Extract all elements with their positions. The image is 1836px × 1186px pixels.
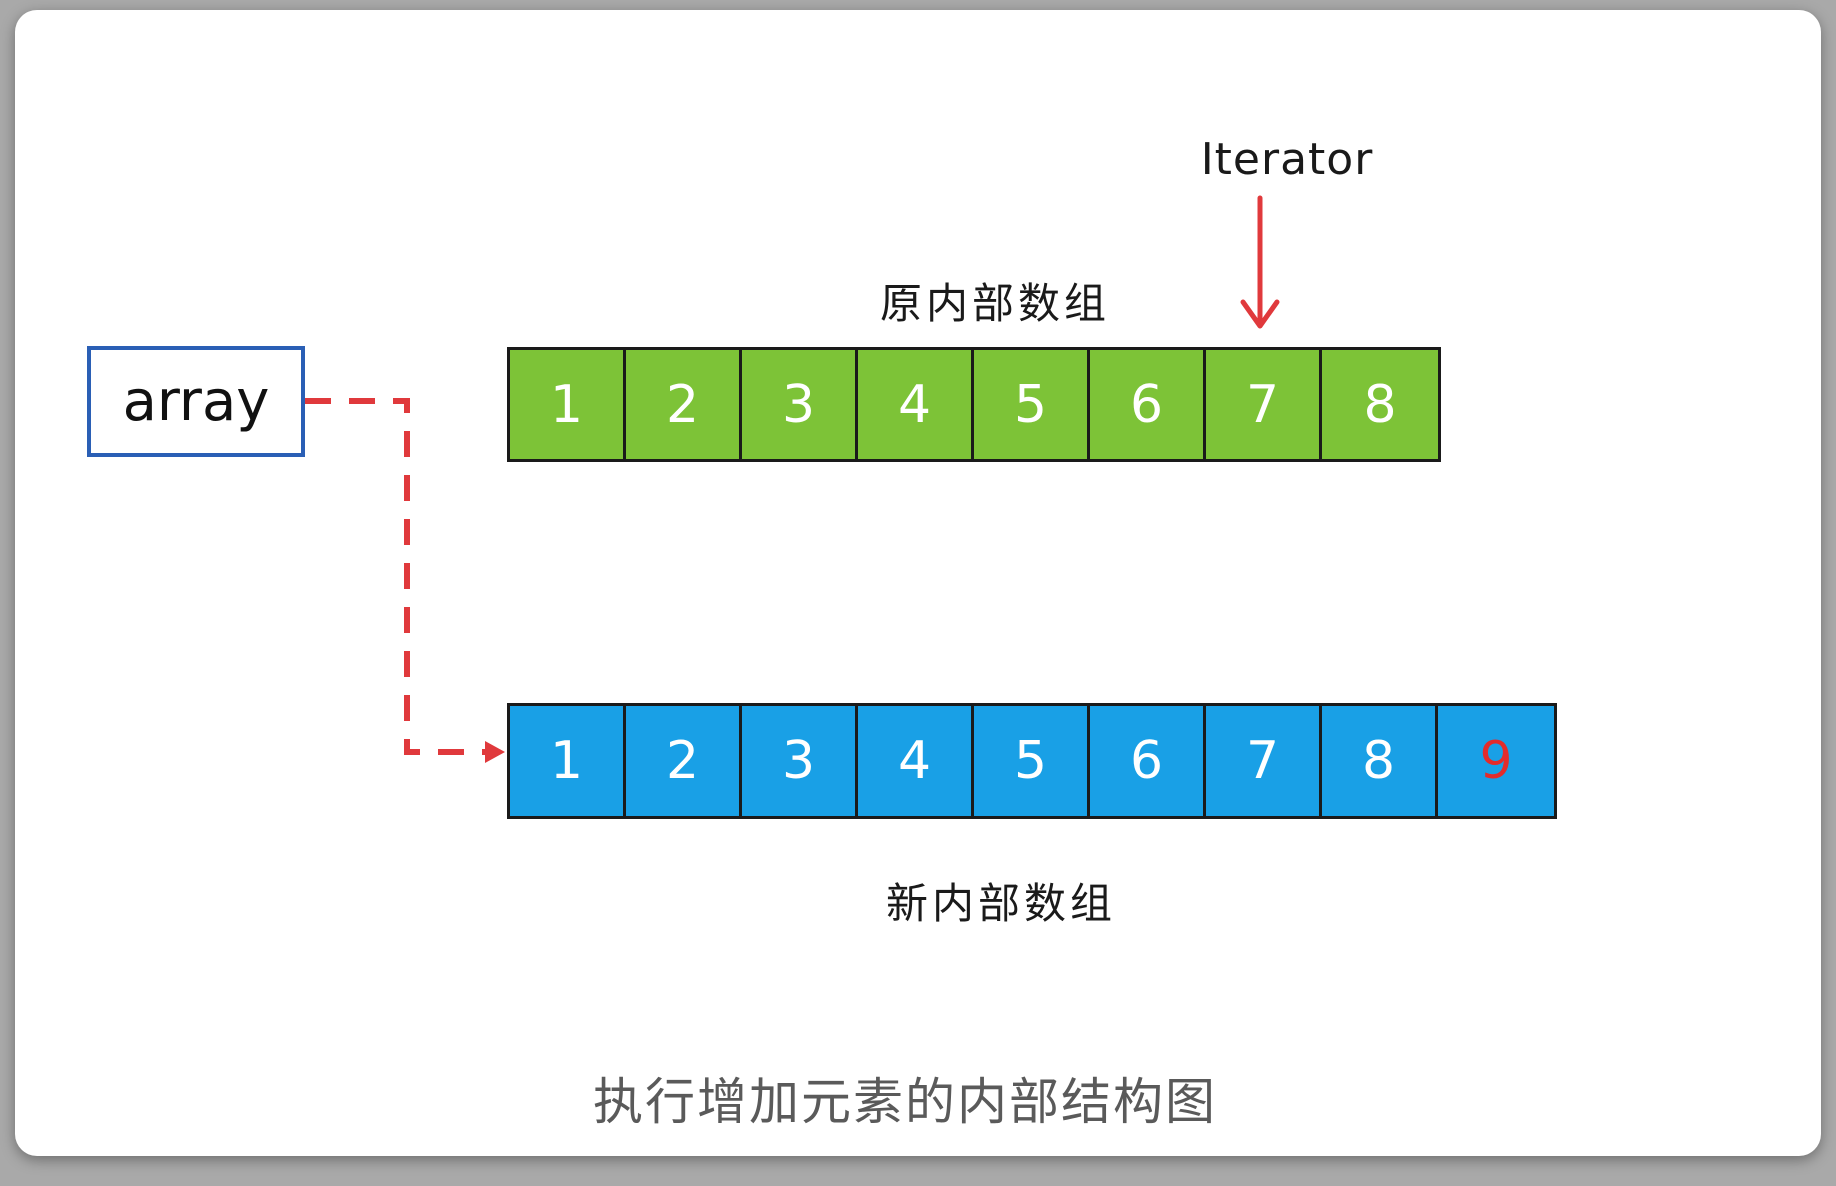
new-array-row: 1 2 3 4 5 6 7 8 9 (507, 703, 1557, 819)
original-array-row: 1 2 3 4 5 6 7 8 (507, 347, 1441, 462)
new-array-cell: 5 (974, 706, 1090, 816)
connector-overlay (305, 195, 1280, 763)
iterator-arrow-icon (1240, 195, 1280, 329)
original-array-cell: 2 (626, 350, 742, 459)
new-array-cell: 1 (510, 706, 626, 816)
new-array-cell: 4 (858, 706, 974, 816)
new-array-cell: 8 (1322, 706, 1438, 816)
original-array-cell: 5 (974, 350, 1090, 459)
figure-caption: 执行增加元素的内部结构图 (593, 1073, 1217, 1131)
new-array-cell-added: 9 (1438, 706, 1554, 816)
diagram-card: Iterator 原内部数组 array 1 2 3 4 5 6 7 8 1 2… (15, 10, 1821, 1156)
original-array-cell: 8 (1322, 350, 1438, 459)
new-array-cell: 6 (1090, 706, 1206, 816)
new-array-label: 新内部数组 (885, 879, 1116, 928)
new-array-cell: 3 (742, 706, 858, 816)
new-array-cell: 2 (626, 706, 742, 816)
original-array-label: 原内部数组 (879, 279, 1110, 328)
array-reference-box: array (87, 346, 305, 457)
original-array-cell: 6 (1090, 350, 1206, 459)
original-array-cell: 4 (858, 350, 974, 459)
original-array-cell: 3 (742, 350, 858, 459)
iterator-label: Iterator (1200, 134, 1374, 185)
new-array-cell: 7 (1206, 706, 1322, 816)
original-array-cell: 1 (510, 350, 626, 459)
original-array-cell: 7 (1206, 350, 1322, 459)
reference-dashed-arrow-icon (305, 398, 505, 763)
